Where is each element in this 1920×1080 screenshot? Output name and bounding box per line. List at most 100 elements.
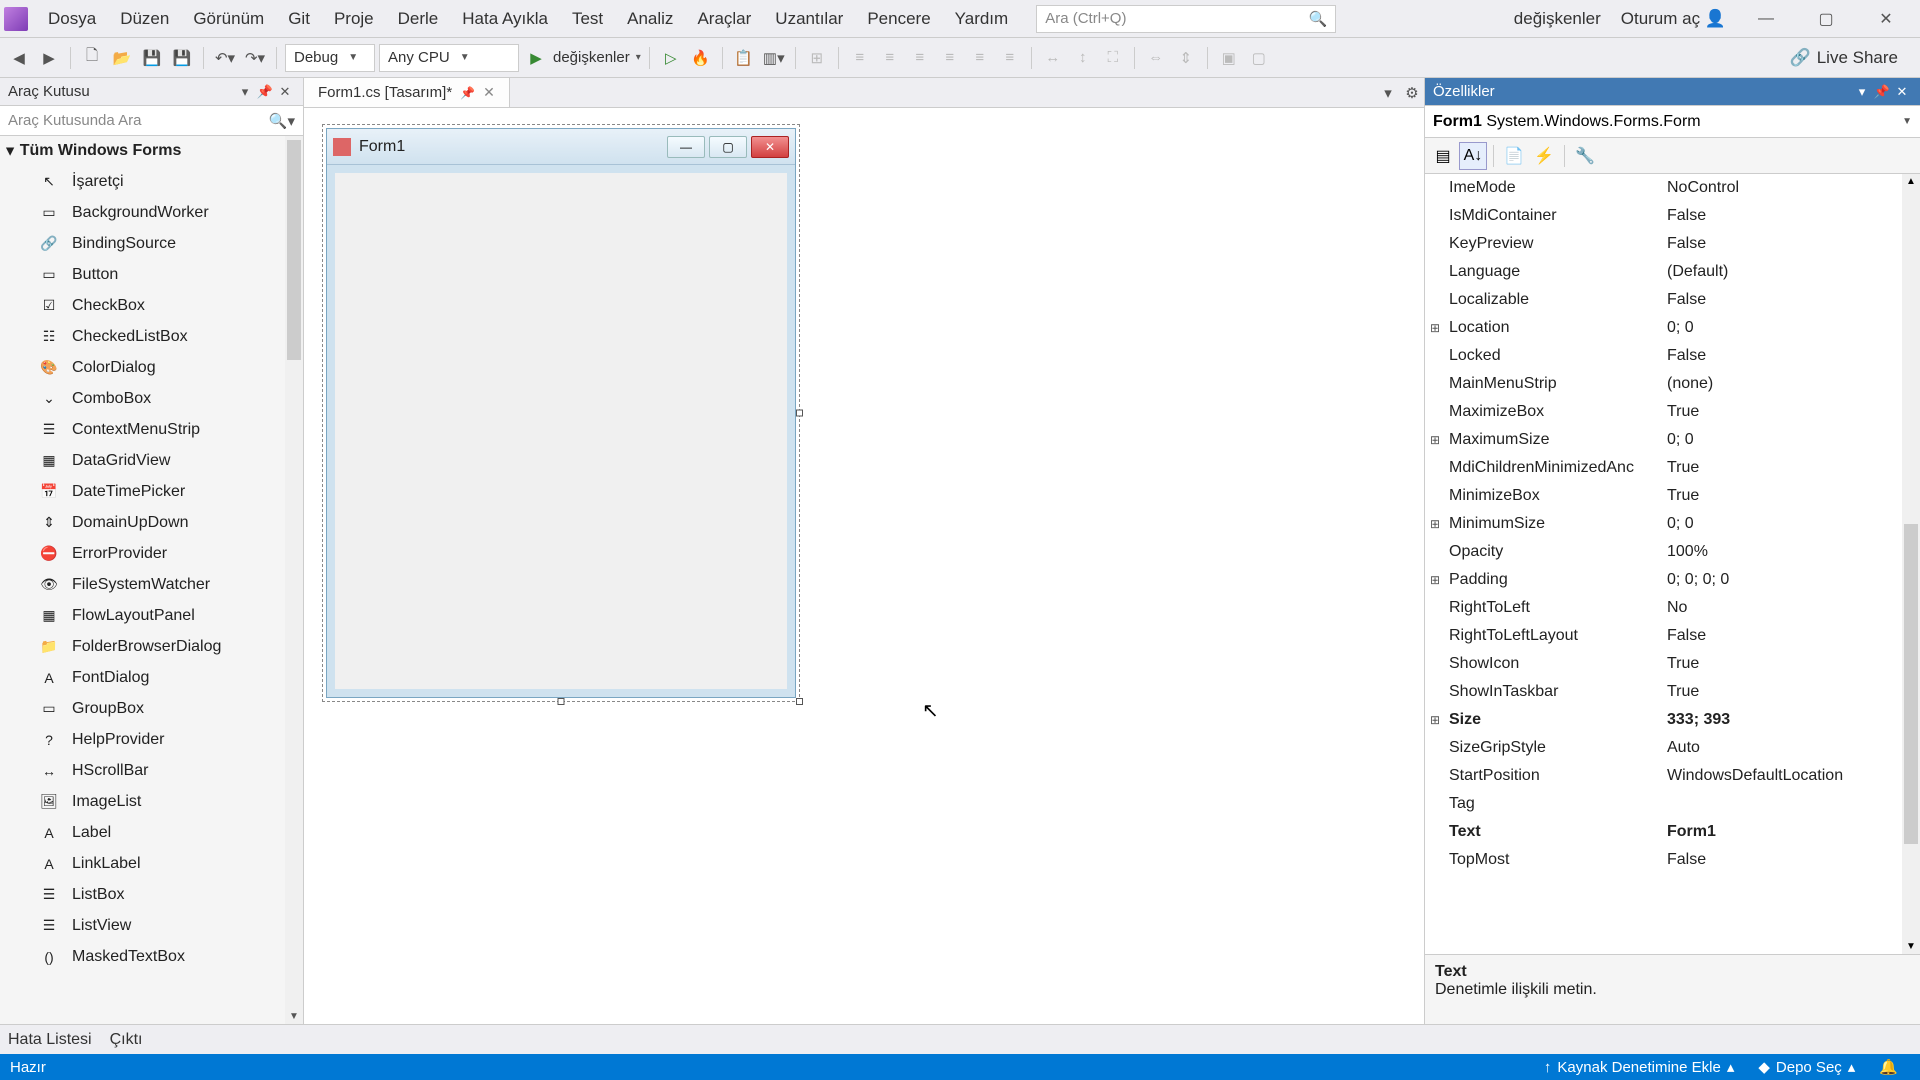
redo-button[interactable]: ↷▾ xyxy=(242,45,268,71)
toolbox-item[interactable]: 📁FolderBrowserDialog xyxy=(0,631,303,662)
send-back-button[interactable]: ▢ xyxy=(1246,45,1272,71)
toolbox-item[interactable]: ALabel xyxy=(0,817,303,848)
hspace-button[interactable]: ⇔ xyxy=(1143,45,1169,71)
tab-error-list[interactable]: Hata Listesi xyxy=(8,1031,92,1049)
menu-view[interactable]: Görünüm xyxy=(181,9,276,29)
start-debug-button[interactable]: ▶ xyxy=(523,45,549,71)
tab-output[interactable]: Çıktı xyxy=(110,1031,143,1049)
resize-handle-e[interactable] xyxy=(796,410,803,417)
menu-debug[interactable]: Hata Ayıkla xyxy=(450,9,560,29)
property-value[interactable]: 0; 0 xyxy=(1663,515,1920,533)
properties-button[interactable]: 📄 xyxy=(1500,142,1528,170)
save-button[interactable]: 💾 xyxy=(139,45,165,71)
nav-forward-button[interactable]: ▶ xyxy=(36,45,62,71)
undo-button[interactable]: ↶▾ xyxy=(212,45,238,71)
property-value[interactable]: 333; 393 xyxy=(1663,711,1920,729)
same-width-button[interactable]: ↔ xyxy=(1040,45,1066,71)
same-height-button[interactable]: ↕ xyxy=(1070,45,1096,71)
toolbox-item[interactable]: ▭GroupBox xyxy=(0,693,303,724)
property-row[interactable]: ShowInTaskbarTrue xyxy=(1425,678,1920,706)
expand-icon[interactable]: ⊞ xyxy=(1425,321,1445,335)
property-row[interactable]: LockedFalse xyxy=(1425,342,1920,370)
property-value[interactable]: True xyxy=(1663,487,1920,505)
property-value[interactable]: (Default) xyxy=(1663,263,1920,281)
property-row[interactable]: Opacity100% xyxy=(1425,538,1920,566)
close-icon[interactable]: ✕ xyxy=(483,84,495,101)
property-row[interactable]: RightToLeftLayoutFalse xyxy=(1425,622,1920,650)
property-value[interactable]: Auto xyxy=(1663,739,1920,757)
toolbox-item[interactable]: ⇕DomainUpDown xyxy=(0,507,303,538)
property-row[interactable]: ⊞Size333; 393 xyxy=(1425,706,1920,734)
property-value[interactable]: False xyxy=(1663,291,1920,309)
property-value[interactable]: False xyxy=(1663,347,1920,365)
design-canvas[interactable]: Form1 — ▢ ✕ ↖ xyxy=(304,108,1424,1024)
align-right-button[interactable]: ≡ xyxy=(907,45,933,71)
property-value[interactable]: True xyxy=(1663,459,1920,477)
toolbox-item[interactable]: ▦FlowLayoutPanel xyxy=(0,600,303,631)
restore-button[interactable]: ▢ xyxy=(1806,9,1846,29)
expand-icon[interactable]: ⊞ xyxy=(1425,433,1445,447)
property-pages-button[interactable]: 🔧 xyxy=(1571,142,1599,170)
sign-in-button[interactable]: Oturum aç 👤 xyxy=(1621,9,1726,29)
toolbox-item[interactable]: ☷CheckedListBox xyxy=(0,321,303,352)
form-window[interactable]: Form1 — ▢ ✕ xyxy=(326,128,796,698)
chevron-up-icon[interactable]: ▲ xyxy=(1902,176,1920,187)
property-value[interactable]: (none) xyxy=(1663,375,1920,393)
property-row[interactable]: StartPositionWindowsDefaultLocation xyxy=(1425,762,1920,790)
source-control-add-button[interactable]: ↑ Kaynak Denetimine Ekle ▴ xyxy=(1532,1058,1746,1076)
property-row[interactable]: LocalizableFalse xyxy=(1425,286,1920,314)
toolbox-dropdown-button[interactable]: ▾ xyxy=(235,84,255,100)
form-client-area[interactable] xyxy=(327,165,795,697)
property-row[interactable]: MainMenuStrip(none) xyxy=(1425,370,1920,398)
property-row[interactable]: Language(Default) xyxy=(1425,258,1920,286)
toolbox-close-button[interactable]: ✕ xyxy=(275,84,295,100)
properties-object-combo[interactable]: Form1 System.Windows.Forms.Form ▼ xyxy=(1425,106,1920,138)
toolbox-item[interactable]: ⛔ErrorProvider xyxy=(0,538,303,569)
align-middle-button[interactable]: ≡ xyxy=(967,45,993,71)
toolbox-item[interactable]: ()MaskedTextBox xyxy=(0,941,303,972)
property-row[interactable]: IsMdiContainerFalse xyxy=(1425,202,1920,230)
property-row[interactable]: SizeGripStyleAuto xyxy=(1425,734,1920,762)
property-row[interactable]: ImeModeNoControl xyxy=(1425,174,1920,202)
menu-project[interactable]: Proje xyxy=(322,9,386,29)
menu-build[interactable]: Derle xyxy=(386,9,451,29)
property-value[interactable]: False xyxy=(1663,207,1920,225)
align-left-button[interactable]: ≡ xyxy=(847,45,873,71)
property-value[interactable]: False xyxy=(1663,851,1920,869)
toolbox-item[interactable]: ☰ContextMenuStrip xyxy=(0,414,303,445)
property-value[interactable]: 0; 0; 0; 0 xyxy=(1663,571,1920,589)
bring-front-button[interactable]: ▣ xyxy=(1216,45,1242,71)
scrollbar-thumb[interactable] xyxy=(287,140,301,360)
menu-extensions[interactable]: Uzantılar xyxy=(763,9,855,29)
menu-git[interactable]: Git xyxy=(276,9,322,29)
toolbox-item[interactable]: 🔗BindingSource xyxy=(0,228,303,259)
properties-scrollbar[interactable]: ▲ ▼ xyxy=(1902,174,1920,954)
quick-launch-search[interactable]: Ara (Ctrl+Q) 🔍 xyxy=(1036,5,1336,33)
hot-reload-button[interactable]: 🔥 xyxy=(688,45,714,71)
form-selection[interactable]: Form1 — ▢ ✕ xyxy=(322,124,800,702)
repo-select-button[interactable]: ◆ Depo Seç ▴ xyxy=(1746,1058,1867,1076)
resize-handle-se[interactable] xyxy=(796,698,803,705)
new-project-button[interactable]: 🗋 xyxy=(79,45,105,71)
property-row[interactable]: TextForm1 xyxy=(1425,818,1920,846)
vspace-button[interactable]: ⇕ xyxy=(1173,45,1199,71)
property-value[interactable]: NoControl xyxy=(1663,179,1920,197)
menu-edit[interactable]: Düzen xyxy=(108,9,181,29)
toolbox-item[interactable]: ?HelpProvider xyxy=(0,724,303,755)
property-row[interactable]: RightToLeftNo xyxy=(1425,594,1920,622)
property-row[interactable]: ⊞MaximumSize0; 0 xyxy=(1425,426,1920,454)
toolbox-scrollbar[interactable]: ▼ xyxy=(285,136,303,1024)
toolbox-item[interactable]: ↖İşaretçi xyxy=(0,166,303,197)
toolbox-item[interactable]: ALinkLabel xyxy=(0,848,303,879)
menu-window[interactable]: Pencere xyxy=(855,9,942,29)
toolbox-item[interactable]: 🎨ColorDialog xyxy=(0,352,303,383)
property-row[interactable]: MinimizeBoxTrue xyxy=(1425,482,1920,510)
property-value[interactable]: 0; 0 xyxy=(1663,319,1920,337)
toolbox-item[interactable]: ☰ListBox xyxy=(0,879,303,910)
expand-icon[interactable]: ⊞ xyxy=(1425,573,1445,587)
categorized-button[interactable]: ▤ xyxy=(1429,142,1457,170)
toolbox-item[interactable]: ☑CheckBox xyxy=(0,290,303,321)
property-value[interactable]: True xyxy=(1663,655,1920,673)
document-tab-form1[interactable]: Form1.cs [Tasarım]* 📌 ✕ xyxy=(304,78,510,107)
live-share-button[interactable]: 🔗 Live Share xyxy=(1790,48,1914,68)
